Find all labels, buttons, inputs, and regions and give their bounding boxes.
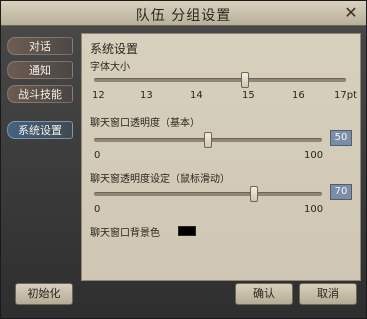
sidebar-item-label: 通知	[29, 64, 51, 77]
font-size-track[interactable]	[94, 78, 346, 82]
sidebar-item-label: 对话	[29, 40, 51, 53]
sidebar-item-dialogue[interactable]: 对话	[7, 37, 73, 55]
font-size-slider-thumb[interactable]	[241, 72, 250, 88]
chat-opacity-min: 0	[94, 150, 101, 161]
font-size-label: 字体大小	[90, 62, 130, 73]
chat-bg-color-swatch[interactable]	[178, 226, 196, 236]
section-title: 系统设置	[90, 42, 139, 56]
sidebar-item-combat-skills[interactable]: 战斗技能	[7, 85, 73, 103]
hover-opacity-slider-thumb[interactable]	[249, 186, 258, 202]
font-size-tick-13: 13	[140, 90, 153, 101]
sidebar-item-label: 系统设置	[18, 124, 62, 137]
chat-opacity-max: 100	[304, 150, 324, 161]
font-size-tick-15: 15	[242, 90, 255, 101]
chat-bg-color-label: 聊天窗口背景色	[90, 228, 160, 239]
settings-window: 队伍 分组设置 ✕ 对话 通知 战斗技能 系统设置 系统设置 字体大小 12 1…	[0, 0, 367, 319]
font-size-tick-17pt: 17pt	[334, 90, 357, 101]
hover-opacity-value[interactable]: 70	[330, 184, 352, 200]
hover-opacity-max: 100	[304, 204, 324, 215]
cancel-button[interactable]: 取消	[299, 283, 357, 305]
sidebar: 对话 通知 战斗技能 系统设置	[7, 33, 75, 273]
font-size-tick-16: 16	[292, 90, 305, 101]
chat-opacity-label: 聊天窗口透明度（基本）	[90, 118, 200, 129]
ok-button[interactable]: 确认	[235, 283, 293, 305]
close-icon[interactable]: ✕	[342, 4, 360, 22]
sidebar-item-label: 战斗技能	[18, 88, 62, 101]
reset-button[interactable]: 初始化	[15, 283, 73, 305]
sidebar-item-notify[interactable]: 通知	[7, 61, 73, 79]
chat-opacity-value[interactable]: 50	[330, 130, 352, 146]
background-overlay	[216, 184, 346, 274]
settings-panel: 系统设置 字体大小 12 13 14 15 16 17pt 聊天窗口透明度（基本…	[81, 33, 361, 281]
sidebar-item-system-settings[interactable]: 系统设置	[7, 121, 73, 139]
title-bar[interactable]: 队伍 分组设置 ✕	[1, 1, 366, 26]
chat-opacity-slider-thumb[interactable]	[204, 132, 212, 148]
font-size-tick-12: 12	[92, 90, 105, 101]
hover-opacity-track[interactable]	[94, 192, 322, 196]
hover-opacity-label: 聊天窗透明度设定（鼠标滑动）	[90, 174, 230, 185]
window-title: 队伍 分组设置	[135, 8, 232, 24]
hover-opacity-min: 0	[94, 204, 101, 215]
font-size-tick-14: 14	[190, 90, 203, 101]
